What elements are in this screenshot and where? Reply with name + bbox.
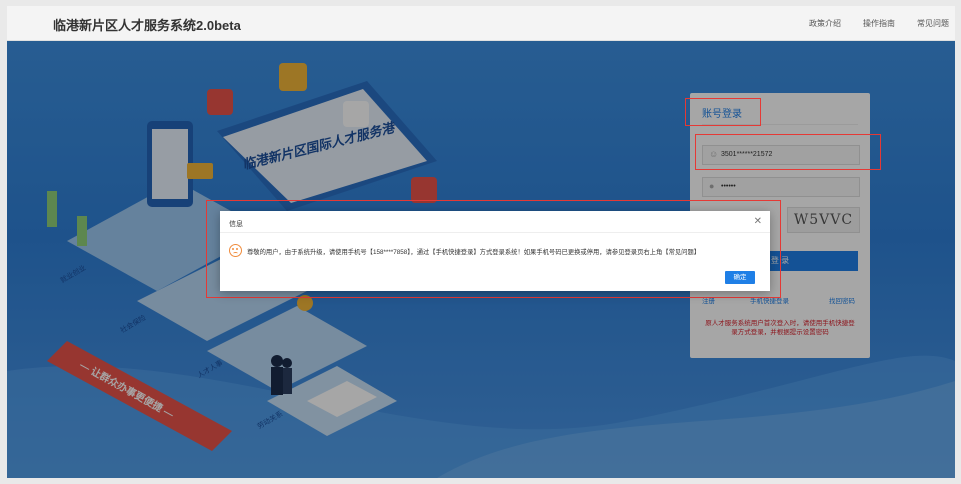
- app-title: 临港新片区人才服务系统2.0beta: [53, 18, 241, 33]
- highlight-box-tab: [685, 98, 761, 126]
- dialog-title: 信息: [229, 221, 243, 228]
- top-nav: 政策介绍 操作指南 常见问题: [809, 18, 949, 29]
- top-header: 临港新片区人才服务系统2.0beta 政策介绍 操作指南 常见问题: [7, 6, 955, 41]
- nav-guide[interactable]: 操作指南: [863, 18, 895, 29]
- nav-faq[interactable]: 常见问题: [917, 18, 949, 29]
- nav-policy[interactable]: 政策介绍: [809, 18, 841, 29]
- dialog-message: 尊敬的用户，由于系统升级，请使用手机号【158****7858】，通过【手机快捷…: [247, 249, 701, 256]
- sad-face-icon: [229, 244, 242, 257]
- confirm-button[interactable]: 确定: [725, 271, 755, 284]
- browser-viewport: 临港新片区人才服务系统2.0beta 政策介绍 操作指南 常见问题 临港新片区国…: [7, 6, 955, 478]
- info-dialog: 信息 ✕ 尊敬的用户，由于系统升级，请使用手机号【158****7858】，通过…: [220, 211, 770, 291]
- highlight-box-account: [695, 134, 881, 170]
- dialog-divider: [220, 232, 770, 233]
- close-icon[interactable]: ✕: [754, 216, 762, 227]
